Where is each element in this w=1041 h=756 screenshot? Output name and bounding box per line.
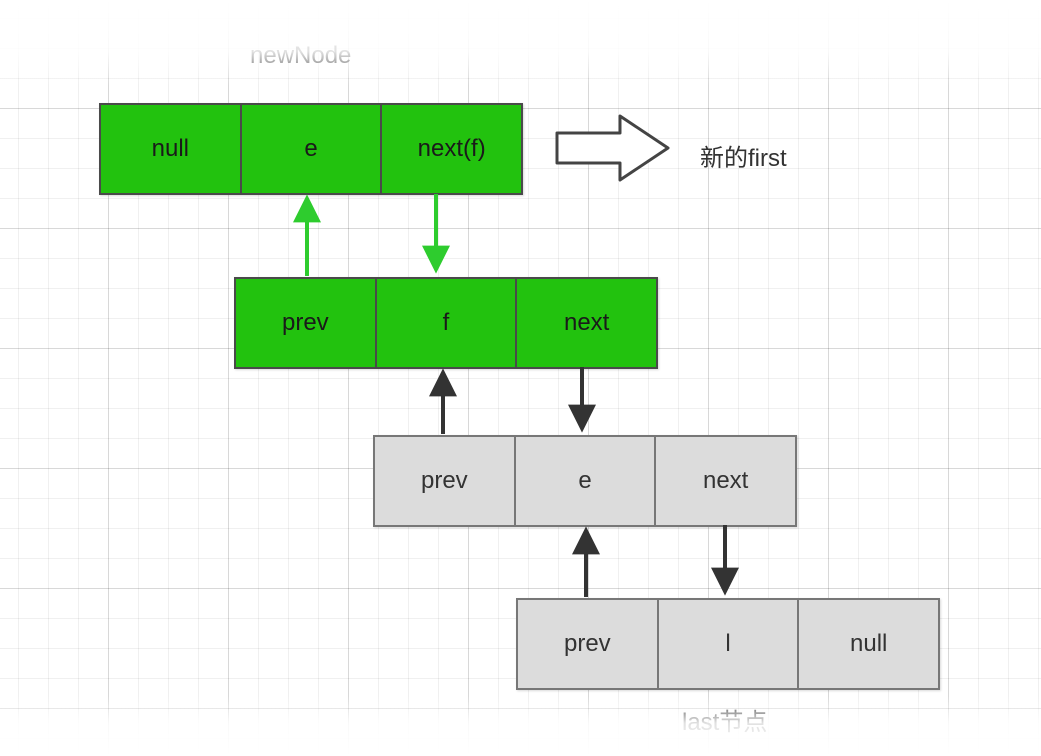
node4-cell-next: null bbox=[799, 600, 938, 688]
label-new-first: 新的first bbox=[700, 138, 787, 173]
node-e: prev e next bbox=[373, 435, 797, 527]
node-last: prev l null bbox=[516, 598, 940, 690]
node2-cell-prev: prev bbox=[236, 279, 377, 367]
node-new-node: null e next(f) bbox=[99, 103, 523, 195]
label-last-node: last节点 bbox=[682, 702, 767, 737]
node1-cell-next: next(f) bbox=[382, 105, 521, 193]
node4-cell-prev: prev bbox=[518, 600, 659, 688]
node3-cell-value: e bbox=[516, 437, 657, 525]
node3-cell-next: next bbox=[656, 437, 795, 525]
diagram-stage: newNode 新的first last节点 null e next(f) pr… bbox=[0, 0, 1041, 756]
label-new-node: newNode bbox=[250, 42, 351, 70]
node2-cell-next: next bbox=[517, 279, 656, 367]
big-arrow-icon bbox=[557, 116, 668, 180]
node-f: prev f next bbox=[234, 277, 658, 369]
node3-cell-prev: prev bbox=[375, 437, 516, 525]
node1-cell-prev: null bbox=[101, 105, 242, 193]
node1-cell-value: e bbox=[242, 105, 383, 193]
node2-cell-value: f bbox=[377, 279, 518, 367]
node4-cell-value: l bbox=[659, 600, 800, 688]
